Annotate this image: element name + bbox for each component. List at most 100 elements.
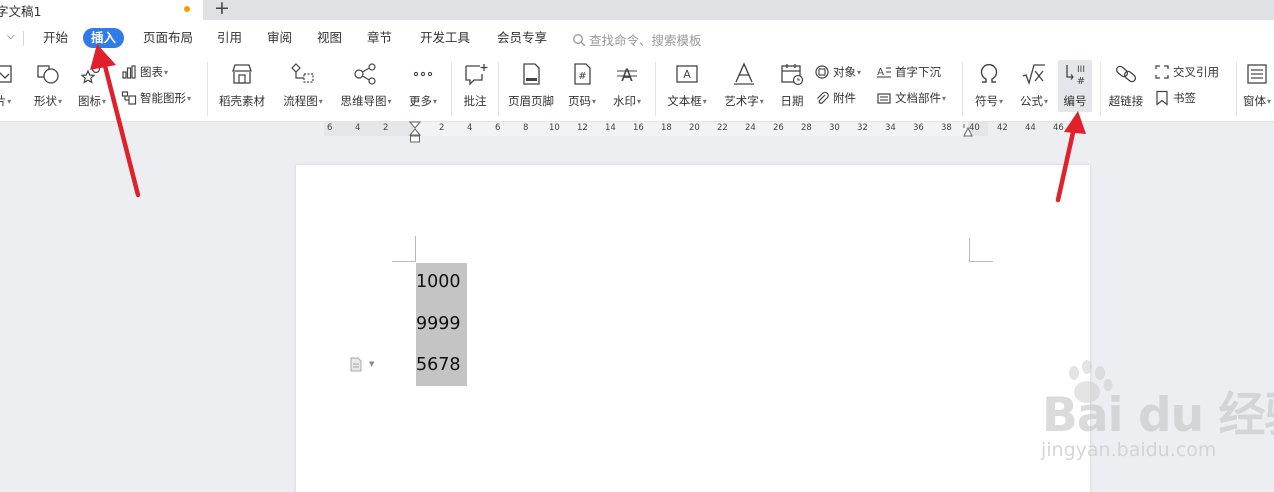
title-tab-strip: 字文稿1 + (0, 0, 1274, 20)
daoke-material-button[interactable]: 稻壳素材 (215, 56, 269, 116)
formula-label: 公式 (1019, 94, 1043, 108)
ruler-tick: 38 (941, 123, 952, 133)
document-line[interactable]: 5678 (416, 355, 461, 375)
star-icon (80, 64, 101, 84)
cross-reference-button[interactable]: 交叉引用 (1154, 63, 1219, 81)
new-tab-button[interactable]: + (212, 0, 232, 19)
drop-cap-label: 首字下沉 (895, 65, 941, 79)
tab-member[interactable]: 会员专享 (497, 30, 547, 46)
ruler-tick: 6 (495, 123, 501, 133)
formula-icon (1022, 64, 1045, 86)
symbol-button[interactable]: 符号▾ (969, 56, 1009, 116)
comment-button[interactable]: 批注 (457, 56, 493, 116)
picture-label: 片 (0, 94, 7, 108)
window-icon (1247, 64, 1267, 84)
numbering-button[interactable]: III # 编号 (1058, 60, 1092, 112)
icon-library-button[interactable]: 图标▾ (73, 56, 111, 116)
tab-section[interactable]: 章节 (367, 30, 392, 46)
date-button[interactable]: 日期 (775, 56, 809, 116)
tab-home[interactable]: 开始 (43, 30, 68, 46)
chart-button[interactable]: 图表 ▾ (121, 63, 168, 81)
header-footer-icon (523, 63, 540, 85)
smart-art-label: 智能图形 (140, 91, 186, 105)
numbering-icon: III# (1066, 65, 1085, 86)
insert-ribbon: 片▾ 形状▾ 图标▾ 图表 ▾ 智能图形 ▾ 稻壳素材 流程图▾ 思维导图▾ 更多▾… (0, 56, 1274, 122)
more-label: 更多 (408, 94, 432, 108)
mindmap-label: 思维导图 (340, 94, 387, 108)
calendar-icon (781, 64, 804, 86)
svg-text:A: A (683, 68, 691, 81)
attachment-label: 附件 (833, 91, 856, 105)
paperclip-icon (817, 91, 829, 104)
ruler-tick: 2 (383, 123, 389, 133)
paragraph-dropdown-icon[interactable]: ▼ (369, 360, 374, 368)
formula-button[interactable]: 公式▾ (1013, 56, 1055, 116)
ruler-tick: 8 (523, 123, 529, 133)
tab-review[interactable]: 审阅 (267, 30, 292, 46)
document-page[interactable]: 1000 9999 5678 ▼ (296, 165, 1090, 492)
shape-button[interactable]: 形状▾ (27, 56, 69, 116)
window-button[interactable]: 窗体▾ (1240, 56, 1274, 116)
unsaved-indicator (184, 6, 190, 12)
cross-reference-icon (1155, 65, 1169, 79)
right-indent-marker-icon[interactable] (963, 122, 973, 138)
drop-cap-icon: A (877, 67, 891, 78)
tab-insert[interactable]: 插入 (83, 28, 125, 48)
icon-library-label: 图标 (77, 94, 101, 108)
bookmark-button[interactable]: 书签 (1154, 89, 1196, 107)
tab-view[interactable]: 视图 (317, 30, 342, 46)
ruler-tick: 34 (885, 123, 896, 133)
ruler-tick: 14 (605, 123, 616, 133)
ruler-tick: 26 (773, 123, 784, 133)
object-label: 对象 (833, 65, 856, 79)
paragraph-layout-icon[interactable] (349, 357, 363, 372)
textbox-icon: A (676, 65, 698, 83)
wordart-label: 艺术字 (724, 94, 759, 108)
ruler-tick: 46 (1053, 123, 1064, 133)
textbox-label: 文本框 (667, 94, 702, 108)
watermark-button[interactable]: A 水印▾ (607, 56, 647, 116)
menu-bar: ⌵ 开始 插入 页面布局 引用 审阅 视图 章节 开发工具 会员专享 查找命令、… (0, 20, 1274, 56)
more-button[interactable]: 更多▾ (403, 56, 443, 116)
wordart-button[interactable]: 艺术字▾ (719, 56, 769, 116)
header-footer-button[interactable]: 页眉页脚 (503, 56, 559, 116)
menu-separator (23, 31, 24, 46)
svg-text:A: A (877, 67, 884, 78)
smart-art-button[interactable]: 智能图形 ▾ (121, 89, 191, 107)
picture-button[interactable]: 片▾ (0, 56, 20, 116)
page-number-button[interactable]: # 页码▾ (563, 56, 601, 116)
flowchart-button[interactable]: 流程图▾ (278, 56, 328, 116)
ruler-tick: 32 (857, 123, 868, 133)
doc-parts-button[interactable]: 文档部件 ▾ (876, 89, 946, 107)
bar-chart-icon (122, 65, 136, 79)
picture-icon (0, 65, 12, 83)
tab-page-layout[interactable]: 页面布局 (143, 30, 193, 46)
indent-marker-icon[interactable] (409, 121, 421, 143)
window-label: 窗体 (1242, 94, 1266, 108)
page-number-label: 页码 (567, 94, 591, 108)
ribbon-separator (451, 62, 452, 116)
drop-cap-button[interactable]: A 首字下沉 (876, 63, 941, 81)
date-label: 日期 (780, 94, 804, 108)
document-line[interactable]: 9999 (416, 314, 461, 334)
tab-developer[interactable]: 开发工具 (420, 30, 470, 46)
ruler-tick: 42 (997, 123, 1008, 133)
search-placeholder: 查找命令、搜索模板 (589, 33, 702, 48)
document-tab[interactable]: 字文稿1 (0, 0, 203, 20)
collapse-chevron-icon[interactable]: ⌵ (7, 31, 15, 42)
hyperlink-label: 超链接 (1108, 94, 1144, 108)
tab-references[interactable]: 引用 (217, 30, 242, 46)
horizontal-ruler[interactable]: 6 4 2 2 4 6 8 10 12 14 16 18 20 22 24 26… (324, 122, 988, 136)
store-icon (232, 64, 252, 84)
watermark-icon: A (617, 66, 637, 86)
doc-parts-label: 文档部件 (895, 91, 941, 105)
ruler-tick: 20 (689, 123, 700, 133)
ruler-tick: 2 (439, 123, 445, 133)
hyperlink-button[interactable]: 超链接 (1104, 56, 1148, 116)
document-line[interactable]: 1000 (416, 272, 461, 292)
textbox-button[interactable]: A 文本框▾ (662, 56, 712, 116)
object-button[interactable]: 对象 ▾ (814, 63, 861, 81)
command-search[interactable]: 查找命令、搜索模板 (572, 30, 702, 49)
attachment-button[interactable]: 附件 (814, 89, 856, 107)
mindmap-button[interactable]: 思维导图▾ (336, 56, 396, 116)
